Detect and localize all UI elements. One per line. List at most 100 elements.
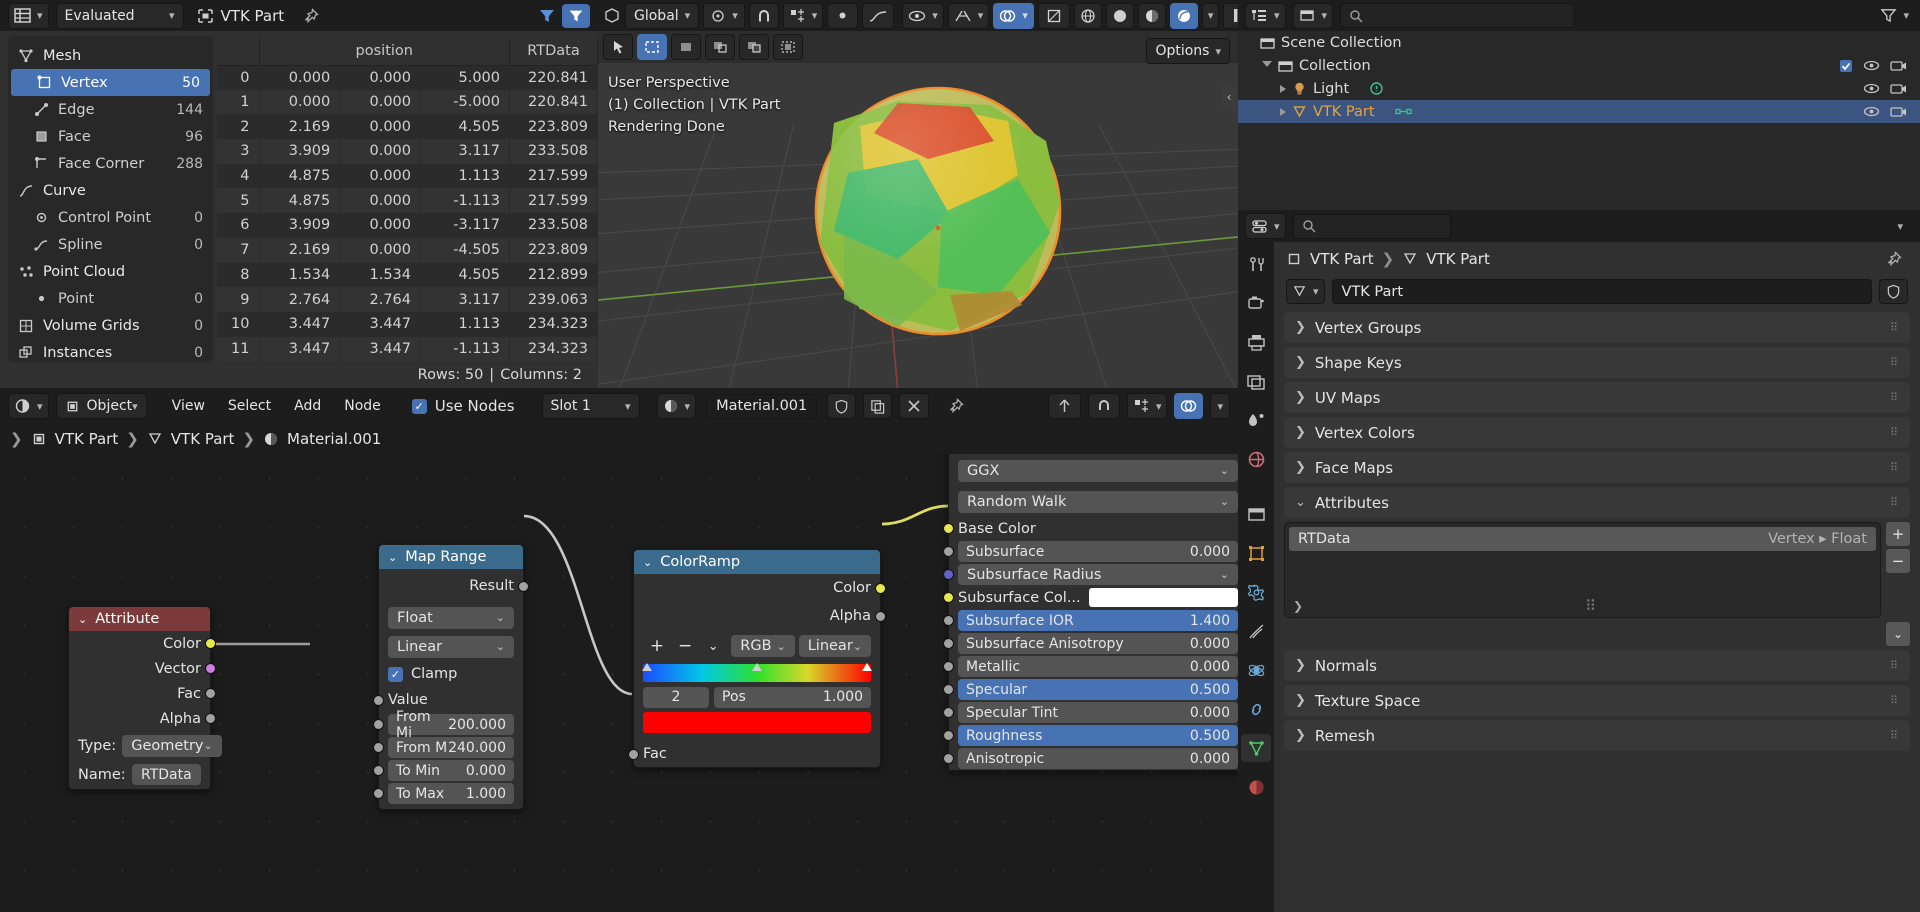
grip-icon[interactable]: ⠿ — [1890, 461, 1899, 474]
select-difference-button[interactable] — [773, 34, 803, 60]
table-row[interactable]: 8 1.534 1.534 4.505 212.899 — [217, 262, 598, 288]
socket-from-min[interactable] — [373, 719, 384, 730]
socket-yellow[interactable] — [943, 592, 954, 603]
node-canvas[interactable]: ⌄ Attribute Color Vector Fac Alpha Type: — [0, 454, 1238, 912]
distribution-dropdown[interactable]: GGX ⌄ — [958, 459, 1238, 482]
bsdf-input-subsurface-col[interactable]: Subsurface Col... — [943, 586, 1238, 609]
socket-gray[interactable] — [943, 753, 954, 764]
disclosure-triangle-icon[interactable] — [1280, 107, 1286, 116]
proportional-falloff-dropdown[interactable] — [862, 2, 895, 29]
table-row[interactable]: 5 4.875 0.000 -1.113 217.599 — [217, 188, 598, 214]
xray-toggle[interactable] — [1037, 2, 1070, 29]
pivot-point-dropdown[interactable]: ▾ — [703, 2, 745, 29]
tab-collection[interactable] — [1241, 500, 1271, 528]
table-row[interactable]: 9 2.764 2.764 3.117 239.063 — [217, 287, 598, 312]
grip-icon[interactable]: ⠿ — [1890, 391, 1899, 404]
object-name-input[interactable]: VTK Part — [1331, 279, 1872, 304]
map-range-input-to-min[interactable]: To Min 0.000 — [373, 759, 523, 782]
socket-gray[interactable] — [943, 707, 954, 718]
tab-output[interactable] — [1241, 328, 1271, 356]
shading-rendered[interactable] — [1169, 2, 1198, 29]
gizmo-toggle[interactable]: ▾ — [947, 2, 990, 29]
camera-icon[interactable] — [1890, 82, 1907, 95]
tab-object[interactable] — [1241, 539, 1271, 567]
node-map-range[interactable]: ⌄ Map Range Result Float ⌄ Linear ⌄ ✓ Clam… — [373, 544, 529, 810]
disclosure-chevron-icon[interactable]: ❯ — [1295, 693, 1306, 708]
breadcrumb-data[interactable]: VTK Part — [1426, 250, 1490, 268]
dataset-item-edge[interactable]: Edge 144 — [8, 96, 213, 123]
camera-icon[interactable] — [1890, 59, 1907, 72]
remove-attribute-button[interactable]: − — [1886, 549, 1910, 573]
tab-world[interactable] — [1241, 445, 1271, 473]
color-swatch[interactable] — [1088, 588, 1238, 607]
add-stop-button[interactable]: + — [643, 636, 671, 656]
menu-add[interactable]: Add — [286, 393, 329, 419]
disclosure-chevron-icon[interactable]: ❯ — [1295, 728, 1306, 743]
socket-gray[interactable] — [943, 684, 954, 695]
go-to-parent-icon[interactable] — [1047, 393, 1081, 419]
select-box-button[interactable] — [637, 34, 667, 60]
bsdf-input-subsurface-anisotropy[interactable]: Subsurface Anisotropy 0.000 — [943, 632, 1238, 655]
select-tool-button[interactable] — [603, 34, 633, 60]
properties-options-chevron[interactable]: ▾ — [1897, 220, 1903, 233]
material-browse-dropdown[interactable]: ▾ — [656, 393, 697, 419]
socket-blue[interactable] — [943, 569, 954, 580]
disclosure-triangle-icon[interactable] — [1280, 84, 1286, 93]
tab-scene[interactable] — [1241, 406, 1271, 434]
interpolation-dropdown[interactable]: Linear ⌄ — [388, 635, 514, 658]
snap-node-dropdown[interactable]: ▾ — [1126, 393, 1168, 419]
panel-vertex-groups[interactable]: ❯ Vertex Groups ⠿ — [1284, 312, 1910, 343]
node-output-color[interactable]: Color — [634, 574, 886, 602]
filter-toggle-icon[interactable] — [537, 4, 557, 28]
menu-node[interactable]: Node — [336, 393, 389, 419]
node-header[interactable]: ⌄ Map Range — [379, 545, 523, 569]
socket-vector[interactable] — [205, 663, 216, 674]
object-data-icon[interactable] — [1394, 104, 1412, 119]
bsdf-input-metallic[interactable]: Metallic 0.000 — [943, 655, 1238, 678]
color-ramp-input-fac[interactable]: Fac — [628, 741, 880, 767]
grip-icon[interactable]: ⠿ — [1890, 694, 1899, 707]
bsdf-input-subsurface[interactable]: Subsurface 0.000 — [943, 540, 1238, 563]
dataset-item-face[interactable]: Face 96 — [8, 123, 213, 150]
editor-type-shader-button[interactable]: ▾ — [8, 393, 49, 419]
table-row[interactable]: 11 3.447 3.447 -1.113 234.323 — [217, 336, 598, 362]
table-row[interactable]: 7 2.169 0.000 -4.505 223.809 — [217, 237, 598, 263]
stop-color-swatch[interactable] — [643, 712, 871, 733]
socket-color[interactable] — [875, 582, 886, 594]
menu-view[interactable]: View — [164, 393, 213, 419]
map-range-input-to-max[interactable]: To Max 1.000 — [373, 782, 523, 805]
bsdf-input-specular-tint[interactable]: Specular Tint 0.000 — [943, 701, 1238, 724]
input-field[interactable]: Specular 0.500 — [958, 679, 1238, 700]
panel-attributes[interactable]: ⌄ Attributes ⠿ — [1284, 487, 1910, 518]
node-output-fac[interactable]: Fac — [69, 681, 216, 706]
add-attribute-button[interactable]: + — [1886, 522, 1910, 546]
display-mode-dropdown[interactable]: ▾ — [1292, 2, 1334, 29]
snap-magnet-icon[interactable] — [1087, 393, 1120, 419]
socket-yellow[interactable] — [943, 523, 954, 534]
bsdf-input-subsurface-ior[interactable]: Subsurface IOR 1.400 — [943, 609, 1238, 632]
input-field[interactable]: Subsurface Anisotropy 0.000 — [958, 633, 1238, 654]
select-subtract-button[interactable] — [739, 34, 769, 60]
shader-breadcrumb-2[interactable]: VTK Part — [171, 430, 235, 448]
color-ramp-gradient[interactable] — [642, 663, 872, 682]
from-max-field[interactable]: From M 240.000 — [388, 737, 514, 758]
ramp-stop-0[interactable] — [642, 663, 652, 671]
dataset-item-vertex[interactable]: Vertex 50 — [11, 69, 210, 96]
node-header[interactable]: ⌄ ColorRamp — [634, 550, 880, 574]
socket-gray[interactable] — [943, 615, 954, 626]
panel-texture-space[interactable]: ❯ Texture Space ⠿ — [1284, 685, 1910, 716]
table-row[interactable]: 1 0.000 0.000 -5.000 220.841 — [217, 89, 598, 115]
tab-view-layer[interactable] — [1241, 367, 1271, 395]
dataset-item-control-point[interactable]: Control Point 0 — [8, 204, 213, 231]
stop-index-field[interactable]: 2 — [643, 686, 709, 708]
ramp-interpolation-dropdown[interactable]: Linear ⌄ — [798, 635, 872, 657]
table-row[interactable]: 6 3.909 0.000 -3.117 233.508 — [217, 213, 598, 238]
tab-physics[interactable] — [1241, 656, 1271, 684]
overlays-dropdown[interactable]: ▾ — [1210, 393, 1230, 419]
pin-icon[interactable] — [303, 7, 319, 24]
attribute-name-input[interactable]: RTData — [131, 764, 201, 785]
to-max-field[interactable]: To Max 1.000 — [388, 783, 514, 804]
editor-type-3dview-icon[interactable] — [603, 7, 621, 24]
shading-material-preview[interactable] — [1137, 2, 1166, 29]
input-field[interactable]: Specular Tint 0.000 — [958, 702, 1238, 723]
